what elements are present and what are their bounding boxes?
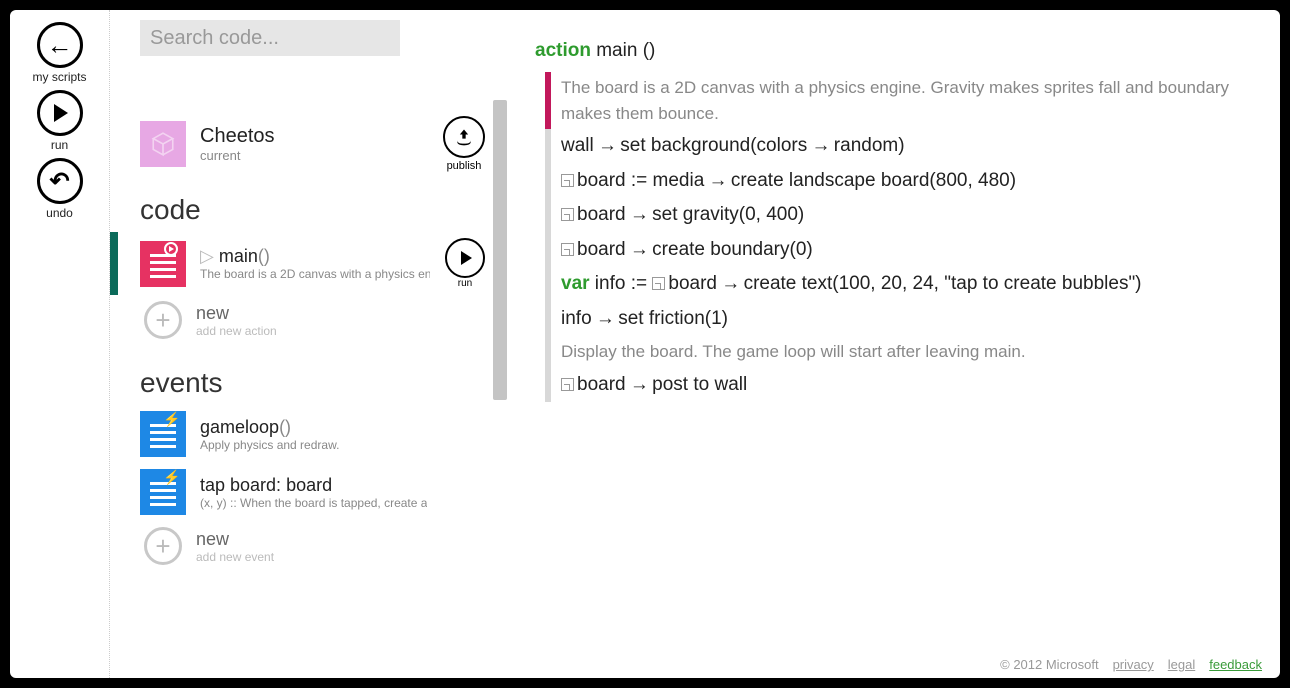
- code-line[interactable]: board := media → create landscape board(…: [545, 164, 1250, 199]
- event-icon: ⚡: [140, 469, 186, 515]
- legal-link[interactable]: legal: [1168, 657, 1195, 672]
- event-item-title: tap board: board: [200, 475, 427, 496]
- explorer-panel: Cheetos current publish code ▷ main() Th…: [110, 10, 505, 678]
- action-icon: [140, 241, 186, 287]
- project-cube-icon: [140, 121, 186, 167]
- local-var-icon: [561, 378, 574, 391]
- code-item-desc: The board is a 2D canvas with a physics …: [200, 267, 430, 281]
- app-frame: ← my scripts run ↶ undo Cheetos current: [10, 10, 1280, 678]
- code-editor[interactable]: action main () The board is a 2D canvas …: [505, 10, 1280, 678]
- footer: © 2012 Microsoft privacy legal feedback: [1000, 657, 1262, 672]
- publish-icon: [443, 116, 485, 158]
- code-item-run-label: run: [458, 278, 472, 289]
- play-icon: [445, 238, 485, 278]
- nav-sidebar: ← my scripts run ↶ undo: [10, 10, 110, 678]
- plus-icon: +: [144, 527, 182, 565]
- action-name: main (): [591, 40, 655, 61]
- add-action-sub: add new action: [196, 324, 277, 338]
- undo-button[interactable]: ↶ undo: [37, 158, 83, 220]
- privacy-link[interactable]: privacy: [1113, 657, 1154, 672]
- feedback-link[interactable]: feedback: [1209, 657, 1262, 672]
- keyword-var: var: [561, 273, 590, 294]
- action-header: action main (): [535, 40, 1250, 62]
- add-action-title: new: [196, 303, 277, 324]
- scrollbar[interactable]: [493, 100, 507, 400]
- event-item-desc: (x, y) :: When the board is tapped, crea…: [200, 496, 427, 510]
- search-input[interactable]: [140, 20, 400, 56]
- code-item-title: ▷ main(): [200, 246, 430, 267]
- event-item-tapboard[interactable]: ⚡ tap board: board (x, y) :: When the bo…: [140, 463, 485, 521]
- code-item-main[interactable]: ▷ main() The board is a 2D canvas with a…: [140, 232, 485, 295]
- publish-button[interactable]: publish: [443, 116, 485, 172]
- code-comment[interactable]: The board is a 2D canvas with a physics …: [545, 72, 1250, 129]
- code-line[interactable]: var info := board → create text(100, 20,…: [545, 267, 1250, 302]
- undo-label: undo: [46, 206, 73, 220]
- events-section-heading: events: [140, 367, 485, 399]
- local-var-icon: [561, 174, 574, 187]
- local-var-icon: [561, 243, 574, 256]
- add-event-title: new: [196, 529, 274, 550]
- event-item-desc: Apply physics and redraw.: [200, 438, 339, 452]
- add-event-button[interactable]: + new add new event: [140, 521, 485, 571]
- undo-icon: ↶: [37, 158, 83, 204]
- run-label: run: [51, 138, 68, 152]
- code-section-heading: code: [140, 194, 485, 226]
- event-item-gameloop[interactable]: ⚡ gameloop() Apply physics and redraw.: [140, 405, 485, 463]
- run-button[interactable]: run: [37, 90, 83, 152]
- code-comment[interactable]: Display the board. The game loop will st…: [545, 336, 1250, 368]
- publish-label: publish: [447, 160, 482, 172]
- plus-icon: +: [144, 301, 182, 339]
- code-line[interactable]: board → post to wall: [545, 368, 1250, 403]
- back-button[interactable]: ← my scripts: [33, 22, 87, 84]
- project-row[interactable]: Cheetos current publish: [140, 116, 485, 172]
- local-var-icon: [561, 208, 574, 221]
- project-name: Cheetos: [200, 125, 275, 148]
- code-line[interactable]: board → create boundary(0): [545, 233, 1250, 268]
- copyright: © 2012 Microsoft: [1000, 657, 1098, 672]
- add-event-sub: add new event: [196, 550, 274, 564]
- play-icon: [37, 90, 83, 136]
- project-status: current: [200, 148, 275, 163]
- arrow-left-icon: ←: [37, 22, 83, 68]
- add-action-button[interactable]: + new add new action: [140, 295, 485, 345]
- code-line[interactable]: info → set friction(1): [545, 302, 1250, 337]
- code-line[interactable]: board → set gravity(0, 400): [545, 198, 1250, 233]
- local-var-icon: [652, 277, 665, 290]
- code-item-run-button[interactable]: run: [445, 238, 485, 289]
- back-label: my scripts: [33, 70, 87, 84]
- event-icon: ⚡: [140, 411, 186, 457]
- keyword-action: action: [535, 40, 591, 61]
- code-line[interactable]: wall → set background(colors → random): [545, 129, 1250, 164]
- event-item-title: gameloop(): [200, 417, 339, 438]
